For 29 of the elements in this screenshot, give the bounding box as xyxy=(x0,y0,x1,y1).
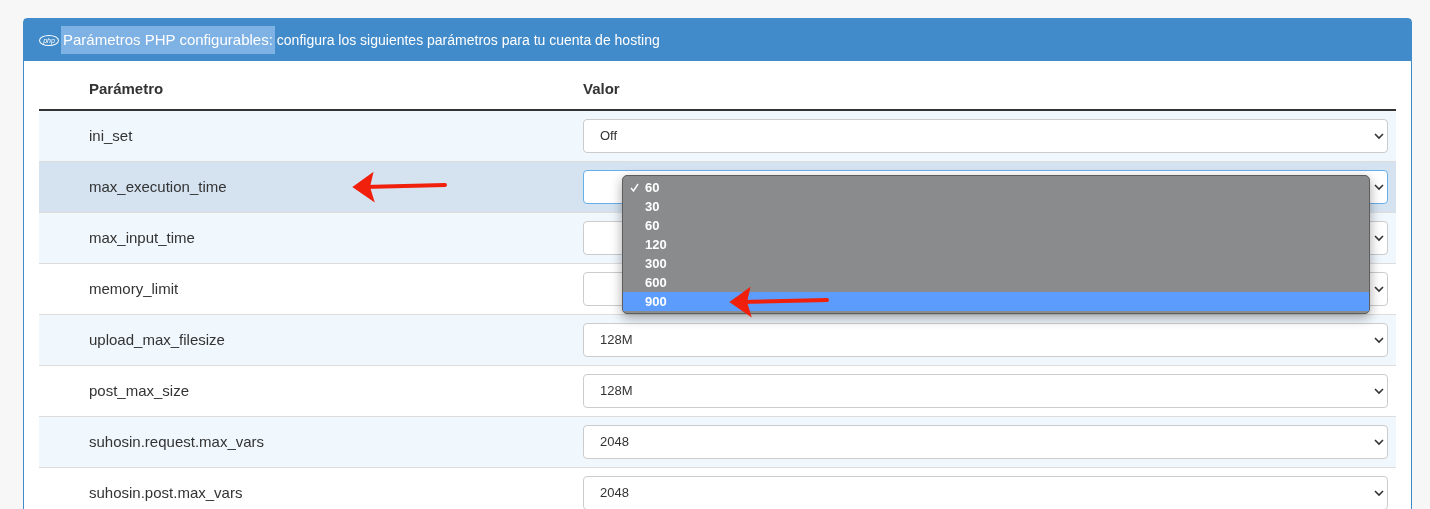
dropdown-option[interactable]: 30 xyxy=(623,197,1369,216)
dropdown-option[interactable]: 600 xyxy=(623,273,1369,292)
dropdown-option[interactable]: 900 xyxy=(623,292,1369,311)
parameter-name: upload_max_filesize xyxy=(89,329,225,350)
dropdown-option[interactable]: 60 xyxy=(623,216,1369,235)
parameter-name: max_execution_time xyxy=(89,176,227,197)
select-value: 128M xyxy=(600,331,633,350)
parameter-name: ini_set xyxy=(89,125,133,146)
parameter-name: memory_limit xyxy=(89,278,179,299)
parameter-name: suhosin.post.max_vars xyxy=(89,482,243,503)
select-value: 2048 xyxy=(600,484,629,503)
select-field[interactable]: 2048 xyxy=(583,425,1388,459)
parameter-name: max_input_time xyxy=(89,227,195,248)
dropdown-option[interactable]: 300 xyxy=(623,254,1369,273)
dropdown-option[interactable]: 60 xyxy=(623,178,1369,197)
column-header: Valor xyxy=(583,79,620,97)
select-field[interactable]: 2048 xyxy=(583,476,1388,509)
dropdown-option[interactable]: 120 xyxy=(623,235,1369,254)
select-field[interactable]: 128M xyxy=(583,374,1388,408)
select-value: 128M xyxy=(600,382,633,401)
parameter-name: post_max_size xyxy=(89,380,190,401)
panel-title: Parámetros PHP configurables: xyxy=(61,25,275,55)
panel-subtitle: configura los siguientes parámetros para tu cuenta de hosting xyxy=(276,30,660,50)
parameter-name: suhosin.request.max_vars xyxy=(89,431,265,452)
select-value: 2048 xyxy=(600,433,629,452)
column-header: Parámetro xyxy=(89,79,164,97)
select-field[interactable]: Off xyxy=(583,119,1388,153)
select-field[interactable]: 128M xyxy=(583,323,1388,357)
select-value: Off xyxy=(600,127,618,146)
